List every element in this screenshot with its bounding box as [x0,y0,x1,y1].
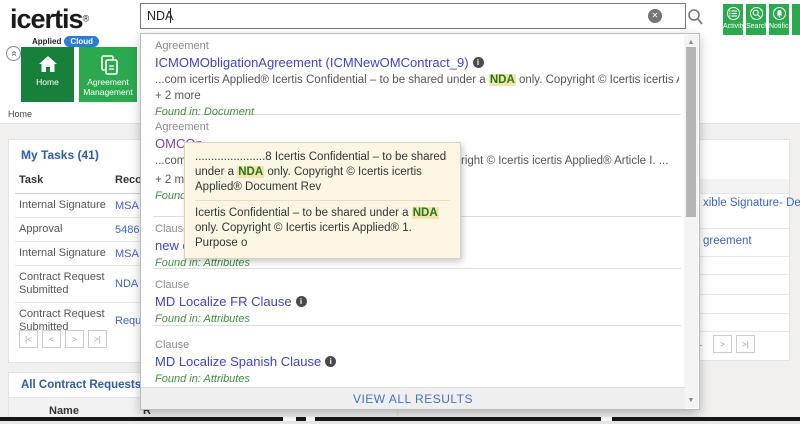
notifications-label: Notific... [769,23,789,30]
logo-subtitle: AppliedCloud [32,36,99,47]
registered-mark: ® [83,14,90,24]
search-result-clause-3[interactable]: Clause MD Localize Spanish Clausei Found… [153,326,681,384]
result-category: Clause [155,279,679,291]
search-label: Search [746,23,766,30]
brand-text: icertis [10,4,83,34]
result-category: Agreement [155,40,679,52]
right-panel-link-1[interactable]: xible Signature- Demo- [703,197,800,209]
activity-label: Activity [723,23,743,30]
pager-first-button[interactable]: |< [19,330,38,348]
scroll-down-icon[interactable]: ▼ [684,397,698,404]
dropdown-scrollbar[interactable]: ▲ ▼ [684,35,698,408]
agreement-management-tile-label: Agreement Management [79,78,137,97]
pager-next-button[interactable]: > [713,335,732,353]
result-category: Agreement [155,121,679,133]
result-title-link[interactable]: MD Localize Spanish Clausei [155,354,679,369]
task-cell: Approval [15,223,111,236]
logo: icertis® [10,4,89,35]
info-icon[interactable]: i [325,356,336,367]
record-link[interactable]: MSA [115,200,139,212]
highlight-term: NDA [489,74,516,86]
info-icon[interactable]: i [296,296,307,307]
column-name[interactable]: Name [49,405,79,417]
found-in: Found in: Attributes [155,313,679,325]
info-icon[interactable]: i [473,57,484,68]
search-icon [750,7,763,20]
cut-action-button[interactable] [792,4,800,35]
tooltip-match-1: ......................8 Icertis Confiden… [195,150,450,195]
task-cell: Internal Signature [15,199,111,212]
my-tasks-title[interactable]: My Tasks (41) [21,148,99,162]
right-panel-pager: > >| [713,335,755,353]
nav-tile-agreement-management[interactable]: Agreement Management [79,47,137,102]
activity-button[interactable]: Activity [723,4,743,35]
my-tasks-pager: |< < > >| [19,330,107,348]
applied-label: Applied [32,37,61,46]
search-button[interactable]: Search [746,4,766,35]
found-in: Found in: Attributes [155,373,679,385]
cloud-badge: Cloud [64,36,99,47]
more-matches[interactable]: + 2 more [155,90,679,102]
scroll-up-icon[interactable]: ▲ [684,39,698,46]
task-cell: Internal Signature [15,247,111,260]
result-category: Clause [155,339,679,351]
collapse-nav-button[interactable]: « [6,46,21,61]
documents-icon [79,54,137,74]
notifications-button[interactable]: Notific... [769,4,789,35]
search-result-agreement-1[interactable]: Agreement ICMOMObligationAgreement (ICMN… [153,34,681,115]
right-panel-link-2[interactable]: greement [703,235,752,247]
record-link[interactable]: MSA [115,248,139,260]
search-results-dropdown: Agreement ICMOMObligationAgreement (ICMN… [140,33,700,410]
search-result-clause-2[interactable]: Clause MD Localize FR Clausei Found in: … [153,269,681,326]
nav-tile-home[interactable]: Home [21,47,74,102]
clear-search-icon[interactable]: ✕ [648,9,662,23]
home-tile-label: Home [21,78,74,88]
activity-list-icon [727,7,740,20]
breadcrumb[interactable]: Home [8,109,32,119]
tooltip-match-2: Icertis Confidential – to be shared unde… [195,200,450,251]
result-snippet: ...com icertis Applied® Icertis Confiden… [155,74,679,86]
chevron-double-up-icon: « [7,51,20,57]
bell-icon [773,7,786,20]
column-task[interactable]: Task [15,174,111,187]
highlight-term: NDA [237,166,264,178]
pager-prev-button[interactable]: < [42,330,61,348]
pager-last-button[interactable]: >| [88,330,107,348]
result-title-link[interactable]: MD Localize FR Clausei [155,294,679,309]
home-icon [21,54,74,74]
record-link[interactable]: NDA [115,278,138,290]
pager-last-button[interactable]: >| [736,335,755,353]
highlight-term: NDA [412,207,439,219]
pager-next-button[interactable]: > [65,330,84,348]
search-magnifier-icon[interactable] [687,8,704,26]
result-title-link[interactable]: ICMOMObligationAgreement (ICMNewOMContra… [155,55,679,70]
global-search-input[interactable] [140,3,686,29]
text-caret [170,8,171,23]
view-all-results-button[interactable]: VIEW ALL RESULTS [141,387,685,409]
scrollbar-thumb[interactable] [686,47,696,217]
snippet-tooltip: ......................8 Icertis Confiden… [184,142,461,259]
task-cell: Contract Request Submitted [15,271,111,297]
